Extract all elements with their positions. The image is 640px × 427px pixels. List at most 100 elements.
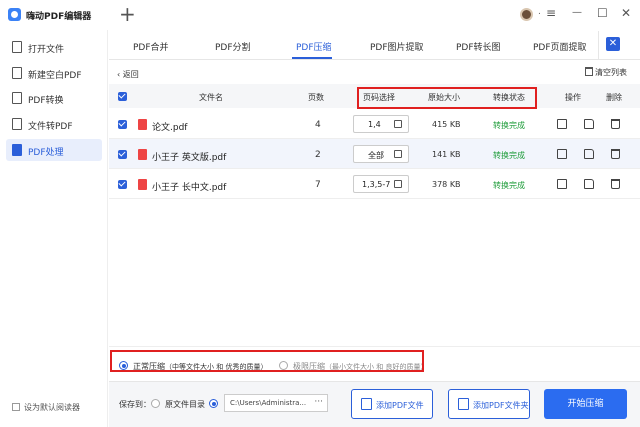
tab-pdf-page-extract[interactable]: PDF页面提取 [533,40,587,53]
page-range-value: 1,3,5-7 [362,180,391,189]
file-name: 论文.pdf [152,123,188,133]
header-delete: 删除 [606,93,622,102]
avatar-caret-icon[interactable]: . [538,7,541,17]
sidebar-item-label: 文件转PDF [28,122,73,132]
sidebar-item-new-blank-pdf[interactable]: 新建空白PDF [6,62,102,84]
pdf-process-icon [12,144,22,156]
row-checkbox[interactable] [118,150,127,159]
tab-pdf-split[interactable]: PDF分割 [215,40,251,53]
browse-button[interactable]: ··· [314,397,323,407]
sidebar-item-pdf-process[interactable]: PDF处理 [6,139,102,161]
page-count: 2 [315,150,321,160]
active-tab-indicator [292,57,332,59]
file-preview-icon[interactable] [557,179,567,189]
tab-pdf-compress[interactable]: PDF压缩 [296,40,332,53]
clear-list-label: 清空列表 [595,68,627,77]
open-folder-icon[interactable] [584,149,594,159]
delete-icon[interactable] [611,119,620,129]
sidebar-item-label: PDF处理 [28,148,64,158]
pdf-file-icon [138,119,147,130]
trash-icon [585,67,593,76]
header-pages: 页数 [308,93,324,102]
file-name: 小王子 长中文.pdf [152,183,227,193]
divider [598,31,599,59]
header-filename: 文件名 [199,93,223,102]
convert-icon [12,92,22,104]
add-folder-icon [458,398,469,410]
sidebar-item-label: PDF转换 [28,96,64,106]
default-reader-checkbox[interactable] [12,403,20,411]
open-folder-icon[interactable] [584,119,594,129]
start-compress-button[interactable]: 开始压缩 [544,389,627,419]
table-row: 小王子 长中文.pdf 7 1,3,5-7 378 KB 转换完成 [109,169,640,199]
menu-icon[interactable]: ≡ [546,6,556,20]
page-range-selector[interactable]: 1,4 [353,115,409,133]
maximize-button[interactable]: ☐ [597,6,608,20]
tab-bar: PDF合并 PDF分割 PDF压缩 PDF图片提取 PDF转长图 PDF页面提取 [109,30,640,60]
add-pdf-folder-label: 添加PDF文件夹 [473,401,529,410]
header-action: 操作 [565,93,581,102]
add-file-icon [361,398,372,410]
file-to-pdf-icon [12,118,22,130]
sidebar-item-open-file[interactable]: 打开文件 [6,36,102,58]
save-to-label: 保存到： [119,400,151,409]
source-dir-radio[interactable] [151,399,160,408]
row-checkbox[interactable] [118,180,127,189]
file-preview-icon[interactable] [557,149,567,159]
original-size: 378 KB [432,180,461,189]
table-row: 小王子 英文版.pdf 2 全部 141 KB 转换完成 [109,139,640,169]
edit-icon[interactable] [394,150,402,158]
source-dir-label[interactable]: 原文件目录 [165,399,205,410]
edit-icon[interactable] [394,180,402,188]
pdf-file-icon [138,149,147,160]
add-pdf-file-button[interactable]: 添加PDF文件 [351,389,433,419]
tab-pdf-image-extract[interactable]: PDF图片提取 [370,40,424,53]
sidebar-item-label: 打开文件 [28,45,65,55]
page-range-value: 1,4 [368,120,381,129]
conversion-status: 转换完成 [493,181,525,190]
clear-list-button[interactable]: 清空列表 [585,67,627,78]
custom-path-radio[interactable] [209,399,218,408]
minimize-button[interactable]: — [572,6,582,20]
sidebar-item-file-to-pdf[interactable]: 文件转PDF [6,113,102,135]
delete-icon[interactable] [611,149,620,159]
sidebar-item-label: 新建空白PDF [28,71,82,81]
close-window-button[interactable]: ✕ [621,6,631,20]
save-path-value: C:\Users\Administra... [230,399,307,407]
back-button[interactable]: ‹ 返回 [117,69,139,80]
conversion-status: 转换完成 [493,151,525,160]
new-tab-button[interactable]: + [119,4,136,24]
sidebar-item-pdf-convert[interactable]: PDF转换 [6,87,102,109]
highlight-box [357,87,537,109]
file-preview-icon[interactable] [557,119,567,129]
conversion-status: 转换完成 [493,121,525,130]
save-path-input[interactable]: C:\Users\Administra... ··· [224,394,328,412]
page-range-selector[interactable]: 全部 [353,145,409,163]
page-range-value: 全部 [368,151,384,160]
open-folder-icon[interactable] [584,179,594,189]
pdf-file-icon [138,179,147,190]
avatar[interactable] [520,8,533,21]
file-name: 小王子 英文版.pdf [152,153,227,163]
original-size: 141 KB [432,150,461,159]
default-reader-label: 设为默认阅读器 [24,403,80,412]
table-row: 论文.pdf 4 1,4 415 KB 转换完成 [109,109,640,139]
tab-pdf-merge[interactable]: PDF合并 [133,40,169,53]
row-checkbox[interactable] [118,120,127,129]
select-all-checkbox[interactable] [118,92,127,101]
footer: 保存到： 原文件目录 C:\Users\Administra... ··· 添加… [109,381,640,427]
page-count: 4 [315,120,321,130]
page-range-selector[interactable]: 1,3,5-7 [353,175,409,193]
title-bar: 嗨动PDF编辑器 + . ≡ — ☐ ✕ [0,0,640,30]
highlight-box [110,350,424,372]
original-size: 415 KB [432,120,461,129]
close-panel-icon[interactable]: ✕ [606,37,620,51]
delete-icon[interactable] [611,179,620,189]
add-pdf-folder-button[interactable]: 添加PDF文件夹 [448,389,530,419]
app-logo-icon [8,8,21,21]
edit-icon[interactable] [394,120,402,128]
app-title: 嗨动PDF编辑器 [26,12,92,22]
new-pdf-icon [12,67,22,79]
open-file-icon [12,41,22,53]
tab-pdf-to-long-image[interactable]: PDF转长图 [456,40,501,53]
